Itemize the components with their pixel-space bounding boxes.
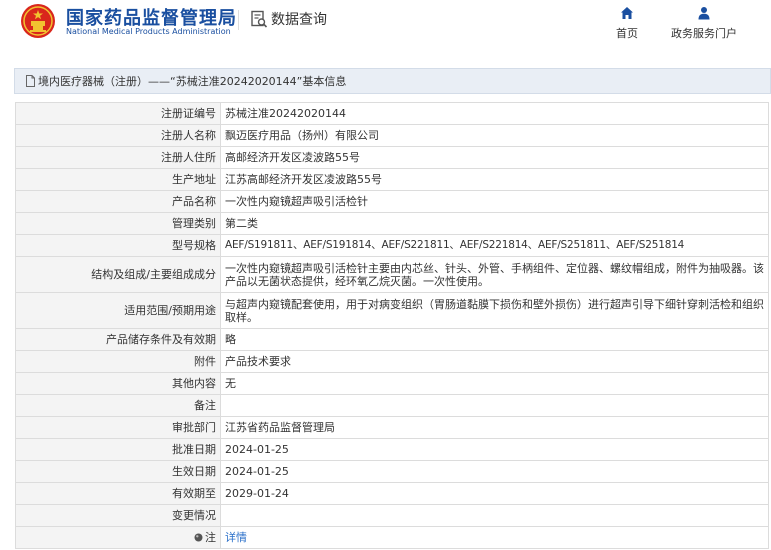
table-row: 其他内容 无	[15, 372, 769, 395]
site-header: 国家药品监督管理局 National Medical Products Admi…	[0, 0, 771, 58]
row-label: 变更情况	[15, 504, 221, 527]
row-label: 产品名称	[15, 190, 221, 213]
row-value: 2024-01-25	[220, 460, 769, 483]
row-label: 管理类别	[15, 212, 221, 235]
row-label: 适用范围/预期用途	[15, 292, 221, 329]
row-value: 江苏高邮经济开发区凌波路55号	[220, 168, 769, 191]
table-row: 产品名称 一次性内窥镜超声吸引活检针	[15, 190, 769, 213]
table-row: 附件 产品技术要求	[15, 350, 769, 373]
table-row: 生效日期 2024-01-25	[15, 460, 769, 483]
row-label: 结构及组成/主要组成成分	[15, 256, 221, 293]
table-row: 注 详情	[15, 526, 769, 549]
row-label: 注册证编号	[15, 102, 221, 125]
table-row: 注册人名称 飘迈医疗用品（扬州）有限公司	[15, 124, 769, 147]
row-value: 高邮经济开发区凌波路55号	[220, 146, 769, 169]
header-divider	[238, 10, 239, 30]
row-value: 第二类	[220, 212, 769, 235]
table-row: 有效期至 2029-01-24	[15, 482, 769, 505]
document-search-icon	[251, 10, 268, 28]
nav-home[interactable]: 首页	[611, 6, 643, 41]
nav-portal-label: 政务服务门户	[671, 27, 737, 40]
nav-portal[interactable]: 政务服务门户	[666, 6, 742, 41]
row-label: 附件	[15, 350, 221, 373]
row-value	[220, 394, 769, 417]
data-query-link[interactable]: 数据查询	[250, 8, 327, 30]
row-value: 飘迈医疗用品（扬州）有限公司	[220, 124, 769, 147]
row-value	[220, 504, 769, 527]
table-row: 型号规格 AEF/S191811、AEF/S191814、AEF/S221811…	[15, 234, 769, 257]
row-label: 有效期至	[15, 482, 221, 505]
table-row: 管理类别 第二类	[15, 212, 769, 235]
row-value: 产品技术要求	[220, 350, 769, 373]
row-label: 生效日期	[15, 460, 221, 483]
record-title-bar: 境内医疗器械（注册）——“苏械注准20242020144”基本信息	[14, 68, 771, 94]
table-row: 审批部门 江苏省药品监督管理局	[15, 416, 769, 439]
row-value: 一次性内窥镜超声吸引活检针	[220, 190, 769, 213]
table-row: 产品储存条件及有效期 略	[15, 328, 769, 351]
nav-home-label: 首页	[616, 27, 638, 40]
row-value: 2029-01-24	[220, 482, 769, 505]
document-icon	[26, 75, 35, 87]
row-value: 无	[220, 372, 769, 395]
row-value: AEF/S191811、AEF/S191814、AEF/S221811、AEF/…	[220, 234, 769, 257]
detail-table: 注册证编号 苏械注准20242020144 注册人名称 飘迈医疗用品（扬州）有限…	[15, 102, 769, 549]
row-value: 苏械注准20242020144	[220, 102, 769, 125]
record-title: 境内医疗器械（注册）——“苏械注准20242020144”基本信息	[38, 75, 347, 88]
table-row: 结构及组成/主要组成成分 一次性内窥镜超声吸引活检针主要由内芯丝、针头、外管、手…	[15, 256, 769, 293]
home-icon	[621, 7, 633, 19]
data-query-label: 数据查询	[271, 12, 327, 28]
row-label: 注	[205, 531, 216, 544]
row-value: 与超声内窥镜配套使用，用于对病变组织（胃肠道黏膜下损伤和壁外损伤）进行超声引导下…	[220, 292, 769, 329]
table-row: 变更情况	[15, 504, 769, 527]
row-label: 生产地址	[15, 168, 221, 191]
note-value-cell: 详情	[220, 526, 769, 549]
details-link[interactable]: 详情	[225, 531, 247, 544]
row-label: 批准日期	[15, 438, 221, 461]
info-dot-icon	[194, 533, 203, 542]
row-label: 审批部门	[15, 416, 221, 439]
row-label: 备注	[15, 394, 221, 417]
row-value: 2024-01-25	[220, 438, 769, 461]
row-value: 江苏省药品监督管理局	[220, 416, 769, 439]
row-label: 产品储存条件及有效期	[15, 328, 221, 351]
note-label-cell: 注	[15, 526, 221, 549]
brand-name-en: National Medical Products Administration	[66, 27, 231, 36]
table-row: 批准日期 2024-01-25	[15, 438, 769, 461]
table-row: 注册人住所 高邮经济开发区凌波路55号	[15, 146, 769, 169]
row-label: 注册人住所	[15, 146, 221, 169]
row-label: 其他内容	[15, 372, 221, 395]
row-label: 型号规格	[15, 234, 221, 257]
row-value: 略	[220, 328, 769, 351]
user-icon	[698, 7, 710, 20]
national-emblem-logo	[21, 4, 55, 38]
table-row: 适用范围/预期用途 与超声内窥镜配套使用，用于对病变组织（胃肠道黏膜下损伤和壁外…	[15, 292, 769, 329]
row-label: 注册人名称	[15, 124, 221, 147]
table-row: 注册证编号 苏械注准20242020144	[15, 102, 769, 125]
table-row: 备注	[15, 394, 769, 417]
table-row: 生产地址 江苏高邮经济开发区凌波路55号	[15, 168, 769, 191]
row-value: 一次性内窥镜超声吸引活检针主要由内芯丝、针头、外管、手柄组件、定位器、螺纹帽组成…	[220, 256, 769, 293]
